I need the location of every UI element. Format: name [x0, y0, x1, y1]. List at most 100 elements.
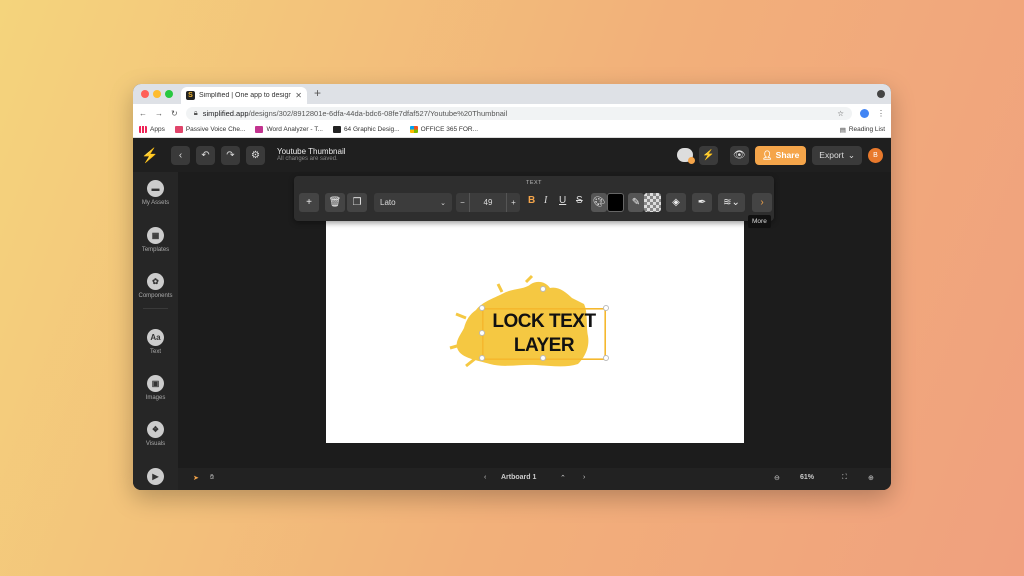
redo-button[interactable]: ↷ — [221, 145, 240, 165]
undo-button[interactable]: ↶ — [196, 145, 215, 165]
bookmark-favicon-icon — [174, 126, 183, 133]
sidebar-item-images[interactable]: ▣ Images — [133, 375, 178, 401]
strikethrough-button[interactable]: S — [576, 195, 583, 206]
simplified-logo-icon[interactable]: ⚡ — [141, 147, 161, 164]
sidebar-item-components[interactable]: ✿ Components — [133, 273, 178, 299]
font-family-select[interactable]: Lato ⌄ — [374, 193, 452, 212]
next-artboard-icon[interactable]: › — [583, 474, 585, 481]
sidebar-divider — [143, 308, 168, 309]
artboard[interactable]: LOCK TEXT LAYER — [326, 218, 744, 443]
sidebar-item-templates[interactable]: ▦ Templates — [133, 227, 178, 253]
forward-arrow-icon[interactable]: → — [155, 109, 163, 118]
prev-artboard-icon[interactable]: ‹ — [484, 474, 486, 481]
document-title[interactable]: Youtube Thumbnail — [277, 147, 346, 157]
close-window-button[interactable] — [141, 90, 149, 98]
decrease-size-button[interactable]: − — [456, 193, 470, 212]
sidebar-item-text[interactable]: Aa Text — [133, 329, 178, 355]
transparent-color-swatch[interactable] — [644, 193, 661, 212]
preview-eye-icon[interactable]: 👁︎ — [729, 145, 749, 165]
italic-button[interactable]: I — [544, 195, 547, 206]
components-icon: ✿ — [147, 273, 164, 290]
bookmark-passive-voice[interactable]: Passive Voice Che... — [174, 126, 245, 133]
lightning-ai-icon[interactable]: ⚡ — [698, 145, 718, 165]
tab-close-icon[interactable]: ✕ — [295, 91, 302, 100]
microsoft-logo-icon — [409, 126, 418, 133]
eyedropper-icon[interactable]: ✒ — [692, 193, 712, 212]
minimize-window-button[interactable] — [153, 90, 161, 98]
star-icon[interactable]: ☆ — [837, 109, 844, 118]
font-size-stepper: − 49 + — [456, 193, 520, 212]
settings-gear-icon[interactable]: ⚙ — [246, 145, 265, 165]
browser-address-bar: ← → ↻ 🔒︎ simplified.app/designs/302/8912… — [133, 104, 891, 122]
new-tab-button[interactable]: + — [314, 86, 321, 100]
chevron-down-icon: ⌄ — [847, 149, 855, 160]
sidebar-item-video[interactable]: ▶ — [133, 468, 178, 488]
zoom-in-icon[interactable]: ⊕ — [868, 474, 874, 482]
extension-icon[interactable] — [860, 108, 869, 118]
folder-icon: ▬ — [147, 180, 164, 197]
underline-button[interactable]: U — [559, 195, 566, 206]
browser-tab-bar: S Simplified | One app to design ✕ + — [133, 84, 891, 104]
more-chevron-right-icon[interactable]: › — [752, 193, 772, 212]
app-header: ⚡ ‹ ↶ ↷ ⚙ Youtube Thumbnail All changes … — [133, 138, 891, 172]
back-button[interactable]: ‹ — [171, 145, 190, 165]
bookmark-word-analyzer[interactable]: Word Analyzer - T... — [255, 126, 323, 133]
lock-icon: 🔒︎ — [193, 108, 198, 117]
layers-icon[interactable]: ≋⌄ — [718, 193, 745, 212]
text-toolbar: TEXT + 🗑︎ ❐ Lato ⌄ − 49 + B I U S 🎨︎ ✎ ◈… — [294, 176, 774, 221]
duplicate-icon[interactable]: ❐ — [347, 193, 367, 212]
add-user-icon: 👤︎ — [761, 149, 773, 160]
share-button[interactable]: 👤︎ Share — [754, 145, 807, 165]
maximize-window-button[interactable] — [165, 90, 173, 98]
resize-handle[interactable] — [540, 286, 546, 292]
text-icon: Aa — [147, 329, 164, 346]
toolbar-section-label: TEXT — [525, 180, 543, 186]
hand-pan-icon[interactable]: ✋︎ — [210, 474, 214, 482]
text-color-swatch[interactable] — [607, 193, 624, 212]
reading-list[interactable]: ▤ Reading List — [840, 126, 885, 134]
fill-bucket-icon[interactable]: ◈ — [666, 193, 686, 212]
url-field[interactable]: 🔒︎ simplified.app/designs/302/8912801e-6… — [185, 106, 852, 120]
bookmark-office-365[interactable]: OFFICE 365 FOR... — [409, 126, 478, 133]
artboard-name[interactable]: Artboard 1 — [501, 474, 536, 481]
play-icon: ▶ — [147, 468, 164, 485]
avatar[interactable]: B — [868, 147, 883, 163]
back-arrow-icon[interactable]: ← — [139, 109, 147, 118]
chevron-down-icon: ⌄ — [440, 199, 446, 207]
fit-screen-icon[interactable]: ⛶ — [842, 474, 847, 482]
browser-tab[interactable]: S Simplified | One app to design ✕ — [181, 87, 307, 104]
canvas-area: LOCK TEXT LAYER TEXT + 🗑︎ ❐ Lato ⌄ − 49 … — [178, 172, 891, 468]
select-cursor-icon[interactable]: ➤ — [193, 474, 199, 482]
delete-trash-icon[interactable]: 🗑︎ — [325, 193, 345, 212]
canvas-text-layer[interactable]: LOCK TEXT LAYER — [474, 310, 614, 358]
chat-assistant-icon[interactable] — [676, 148, 695, 164]
bold-button[interactable]: B — [528, 195, 535, 206]
kebab-menu-icon[interactable]: ⋮ — [877, 109, 885, 118]
simplified-favicon-icon: S — [186, 91, 195, 100]
highlight-pen-icon[interactable]: ✎ — [628, 193, 644, 212]
text-color-palette-icon[interactable]: 🎨︎ — [591, 193, 607, 212]
zoom-level[interactable]: 61% — [800, 474, 814, 481]
sidebar-item-visuals[interactable]: ❖ Visuals — [133, 421, 178, 447]
bookmark-graphic-design[interactable]: 64 Graphic Desig... — [332, 126, 400, 133]
apps-grid-icon — [139, 126, 147, 133]
bookmark-favicon-icon — [332, 126, 341, 133]
add-button[interactable]: + — [299, 193, 319, 212]
reading-list-icon: ▤ — [839, 126, 846, 134]
bottom-bar: ➤ ✋︎ ‹ Artboard 1 ⌃ › ⊖ 61% ⛶ ⊕ — [178, 468, 891, 490]
browser-menu-dot-icon[interactable] — [877, 90, 885, 98]
export-button[interactable]: Export ⌄ — [812, 145, 862, 165]
header-actions: ⚡ 👁︎ 👤︎ Share Export ⌄ B — [676, 145, 883, 165]
visuals-icon: ❖ — [147, 421, 164, 438]
reload-icon[interactable]: ↻ — [171, 109, 178, 118]
increase-size-button[interactable]: + — [506, 193, 520, 212]
sidebar-item-my-assets[interactable]: ▬ My Assets — [133, 180, 178, 206]
artboard-chevron-up-icon[interactable]: ⌃ — [560, 474, 566, 482]
save-status: All changes are saved. — [277, 156, 338, 163]
bookmark-apps[interactable]: Apps — [139, 126, 165, 133]
font-size-input[interactable]: 49 — [470, 193, 506, 212]
bookmarks-bar: Apps Passive Voice Che... Word Analyzer … — [133, 122, 891, 138]
tab-title: Simplified | One app to design — [199, 92, 291, 99]
zoom-out-icon[interactable]: ⊖ — [774, 474, 780, 482]
left-sidebar: ▬ My Assets ▦ Templates ✿ Components Aa … — [133, 172, 178, 490]
